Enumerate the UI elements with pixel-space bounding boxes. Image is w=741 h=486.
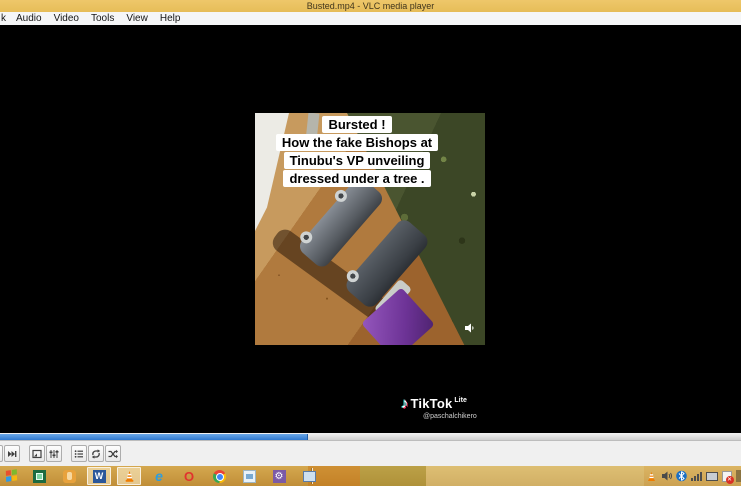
windows-logo-icon <box>6 469 18 483</box>
active-app-highlight <box>117 467 141 485</box>
vlc-cone-icon <box>123 470 136 483</box>
taskbar-app-gear[interactable]: ⚙ <box>264 466 294 486</box>
network-signal-icon <box>691 472 702 481</box>
menu-video[interactable]: Video <box>48 12 85 25</box>
wallpaper-patch <box>360 466 426 486</box>
excel-icon <box>33 470 46 483</box>
taskbar-app-orange[interactable] <box>54 466 84 486</box>
menu-tools[interactable]: Tools <box>85 12 120 25</box>
equalizer-icon <box>49 449 59 459</box>
flag-error-icon <box>722 471 732 482</box>
tray-network[interactable] <box>689 466 704 486</box>
loop-button[interactable] <box>88 445 104 462</box>
titlebar[interactable]: Busted.mp4 - VLC media player <box>0 0 741 12</box>
fullscreen-icon <box>32 449 42 459</box>
gear-icon: ⚙ <box>273 470 286 483</box>
video-area[interactable]: Bursted ! How the fake Bishops at Tinubu… <box>0 25 741 433</box>
taskbar-app-internet-explorer[interactable]: e <box>144 466 174 486</box>
volume-icon <box>661 470 673 482</box>
extended-settings-button[interactable] <box>46 445 62 462</box>
menu-audio[interactable]: Audio <box>10 12 48 25</box>
taskbar-app-display[interactable] <box>294 466 324 486</box>
tray-action-flag[interactable] <box>719 466 734 486</box>
taskbar-app-vlc[interactable] <box>114 466 144 486</box>
start-button[interactable] <box>0 466 24 486</box>
taskbar-apps: W e O <box>0 466 324 486</box>
caption-line: dressed under a tree . <box>283 170 430 187</box>
taskbar-app-opera[interactable]: O <box>174 466 204 486</box>
bluetooth-icon <box>676 470 687 482</box>
cutoff-button[interactable] <box>0 445 3 462</box>
wallpaper-patch <box>426 466 644 486</box>
caption-line: Bursted ! <box>322 116 391 133</box>
video-frame[interactable]: Bursted ! How the fake Bishops at Tinubu… <box>255 113 485 345</box>
taskbar-app-chrome[interactable] <box>204 466 234 486</box>
seek-fill <box>0 434 308 440</box>
menu-help[interactable]: Help <box>154 12 187 25</box>
caption-line: Tinubu's VP unveiling <box>284 152 431 169</box>
playback-buttons <box>0 445 122 462</box>
tray-bluetooth[interactable] <box>674 466 689 486</box>
random-button[interactable] <box>105 445 121 462</box>
word-icon: W <box>93 470 106 483</box>
tray-vlc[interactable] <box>644 466 659 486</box>
chrome-icon <box>213 470 226 483</box>
speaker-icon <box>464 321 476 333</box>
window-title: Busted.mp4 - VLC media player <box>307 1 435 11</box>
next-icon <box>7 449 17 459</box>
playlist-button[interactable] <box>71 445 87 462</box>
active-app-highlight: W <box>87 467 111 485</box>
vlc-window: Busted.mp4 - VLC media player k Audio Vi… <box>0 0 741 486</box>
taskbar-app-word[interactable]: W <box>84 466 114 486</box>
video-caption: Bursted ! How the fake Bishops at Tinubu… <box>255 116 472 188</box>
seek-bar[interactable] <box>0 434 741 441</box>
photos-icon <box>243 470 256 483</box>
caption-line: How the fake Bishops at <box>276 134 438 151</box>
opera-icon: O <box>184 470 194 483</box>
tray-volume[interactable] <box>659 466 674 486</box>
tiktok-note-icon: ♪ <box>401 396 409 412</box>
taskbar-app-photos[interactable] <box>234 466 264 486</box>
orange-app-icon <box>63 470 76 483</box>
playlist-icon <box>74 449 84 459</box>
display-icon <box>706 472 718 481</box>
internet-explorer-icon: e <box>155 470 163 483</box>
vlc-cone-icon <box>646 471 657 482</box>
tiktok-brand-text: TikTok <box>411 396 453 412</box>
control-bar <box>0 433 741 466</box>
menu-bar: k Audio Video Tools View Help <box>0 12 741 25</box>
taskbar: W e O <box>0 466 741 486</box>
fullscreen-button[interactable] <box>29 445 45 462</box>
tray-cutoff-icon <box>736 470 741 482</box>
loop-icon <box>91 449 101 459</box>
taskbar-app-excel[interactable] <box>24 466 54 486</box>
display-icon <box>303 471 316 482</box>
tiktok-lite-label: Lite <box>454 397 466 404</box>
tiktok-watermark: ♪ TikTok Lite @paschalchikero <box>401 396 487 420</box>
menu-playback-cutoff[interactable]: k <box>0 12 10 25</box>
system-tray <box>644 466 741 486</box>
shuffle-icon <box>108 449 118 459</box>
tray-display[interactable] <box>704 466 719 486</box>
next-button[interactable] <box>4 445 20 462</box>
tiktok-handle: @paschalchikero <box>423 413 487 420</box>
menu-view[interactable]: View <box>120 12 154 25</box>
